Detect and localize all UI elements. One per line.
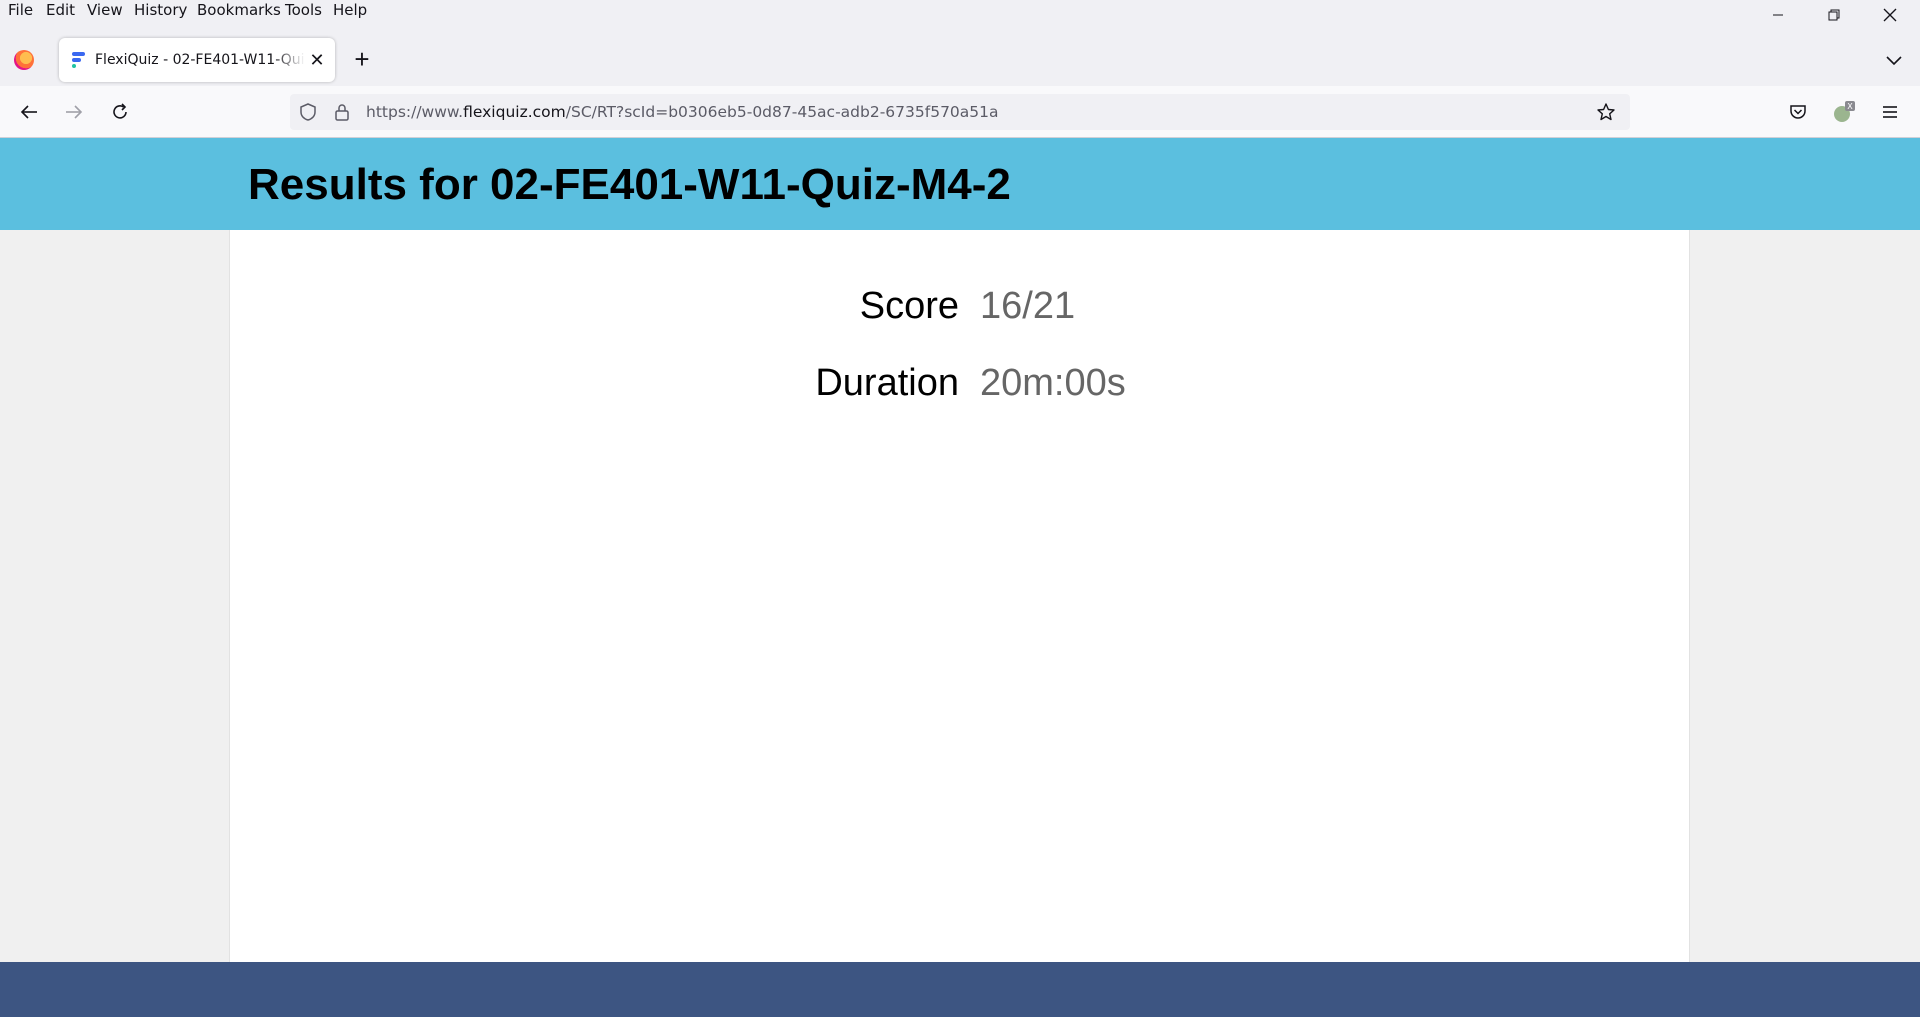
forward-button[interactable] (58, 96, 90, 128)
hamburger-menu-icon (1883, 106, 1897, 118)
back-button[interactable] (13, 96, 45, 128)
app-menu-button[interactable] (1874, 96, 1906, 128)
flexiquiz-icon (72, 52, 85, 68)
new-tab-button[interactable]: + (350, 46, 374, 72)
menu-history[interactable]: History (134, 0, 187, 20)
menu-tools[interactable]: Tools (285, 0, 322, 20)
back-arrow-icon (20, 105, 37, 119)
menu-view[interactable]: View (87, 0, 123, 20)
tab-title: FlexiQuiz - 02-FE401-W11-Quiz-M4-2 (95, 52, 305, 68)
lock-icon[interactable] (332, 102, 352, 122)
list-all-tabs-button[interactable] (1882, 48, 1906, 72)
page-viewport: Results for 02-FE401-W11-Quiz-M4-2 Score… (0, 138, 1920, 1017)
results-panel: Score 16/21 Duration 20m:00s (229, 230, 1690, 962)
extension-button[interactable]: X (1828, 96, 1860, 128)
svg-text:X: X (1847, 102, 1853, 111)
url-bar[interactable]: https://www.flexiquiz.com/SC/RT?scId=b03… (290, 94, 1630, 130)
url-text[interactable]: https://www.flexiquiz.com/SC/RT?scId=b03… (366, 102, 999, 122)
menu-file[interactable]: File (8, 0, 33, 20)
page-footer (0, 962, 1920, 1017)
restore-icon (1828, 9, 1840, 21)
results-header: Results for 02-FE401-W11-Quiz-M4-2 (0, 138, 1920, 230)
forward-arrow-icon (66, 105, 83, 119)
tab-close-icon[interactable]: ✕ (307, 50, 327, 70)
menu-edit[interactable]: Edit (46, 0, 75, 20)
chevron-down-icon (1886, 56, 1902, 66)
pocket-icon (1790, 105, 1806, 119)
menu-bar: File Edit View History Bookmarks Tools H… (0, 0, 1920, 22)
page-title: Results for 02-FE401-W11-Quiz-M4-2 (248, 160, 1011, 209)
tab-flexiquiz[interactable]: FlexiQuiz - 02-FE401-W11-Quiz-M4-2 ✕ (59, 38, 335, 82)
duration-value: 20m:00s (980, 362, 1126, 404)
firefox-icon[interactable] (14, 50, 34, 70)
reload-button[interactable] (104, 96, 136, 128)
bookmark-star-icon[interactable] (1596, 102, 1616, 122)
score-label: Score (859, 285, 959, 327)
duration-label: Duration (815, 362, 959, 404)
pocket-button[interactable] (1782, 96, 1814, 128)
close-icon (1883, 8, 1897, 22)
shield-icon[interactable] (298, 102, 318, 122)
navigation-bar: https://www.flexiquiz.com/SC/RT?scId=b03… (0, 86, 1920, 138)
extension-icon: X (1834, 101, 1855, 122)
reload-icon (113, 103, 127, 119)
menu-bookmarks[interactable]: Bookmarks (197, 0, 281, 20)
menu-help[interactable]: Help (333, 0, 367, 20)
minimize-icon (1773, 14, 1783, 16)
score-value: 16/21 (980, 285, 1076, 327)
